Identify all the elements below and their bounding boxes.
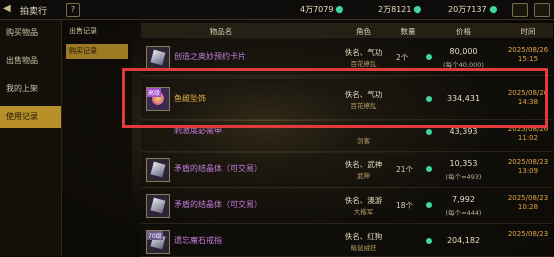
- crystal-icon: [146, 194, 170, 218]
- tab-buy-records[interactable]: 购买记录: [66, 44, 128, 59]
- record-clock: 15:15: [517, 55, 539, 63]
- currency-3: 20万7137: [448, 4, 498, 15]
- seller-guild: 大楷军: [353, 208, 374, 216]
- jade-icon: [335, 4, 345, 15]
- help-button[interactable]: ?: [66, 3, 80, 17]
- seller-name: 佚名、红狗: [344, 232, 383, 241]
- item-qty: 21个: [396, 165, 414, 174]
- item-price: 10,353: [449, 159, 478, 168]
- seller-guild: 暗鼠绒狂: [350, 244, 377, 252]
- currency-2: 2万8121: [378, 4, 423, 15]
- seller-name: 佚名、气功: [344, 48, 383, 57]
- sub-nav: 出售记录 购买记录: [62, 20, 132, 256]
- record-time: 2025/08/23 13:09: [503, 158, 553, 176]
- item-name: 矛盾的结晶体（可交易）: [174, 164, 262, 173]
- jade-icon: [426, 166, 432, 172]
- table-row[interactable]: 矛盾的结晶体（可交易） 佚名、澳游 大楷军 18个 7,992 (每个≈444)…: [141, 189, 553, 224]
- jade-icon: [426, 129, 432, 135]
- tab-sell-records[interactable]: 出售记录: [66, 24, 128, 39]
- highlight-box: [122, 68, 548, 128]
- table-row[interactable]: 矛盾的结晶体（可交易） 佚名、武神 武神 21个 10,353 (每个≈493)…: [141, 153, 553, 188]
- record-date: 2025/08/26: [507, 46, 549, 54]
- item-name: 创造之奥妙预约卡片: [174, 52, 246, 61]
- seller-name: 佚名、澳游: [344, 196, 383, 205]
- table-row[interactable]: 70级 遗忘魔石戒指 佚名、红狗 暗鼠绒狂 204,182 2025/08/23: [141, 225, 553, 257]
- record-date: 2025/08/23: [507, 194, 549, 202]
- mail-icon[interactable]: [512, 3, 528, 17]
- currency-2-value: 2万8121: [378, 5, 412, 14]
- header-qty: 数量: [400, 27, 416, 36]
- table-header: 物品名 角色 数量 价格 时间: [141, 23, 553, 38]
- top-bar: ◀ 拍卖行 ? 4万7079 2万8121 20万7137: [0, 0, 554, 20]
- crystal-icon: [146, 158, 170, 182]
- currency-1: 4万7079: [300, 4, 345, 15]
- records-table: 物品名 角色 数量 价格 时间 创造之奥妙预约卡片 佚名、气功 百花缭乱 2个 …: [141, 23, 553, 257]
- record-clock: 10:28: [517, 203, 539, 211]
- sidebar-item-sell[interactable]: 出售物品: [0, 50, 61, 72]
- item-card-art: [150, 49, 166, 66]
- sidebar: 购买物品 出售物品 我的上架 使用记录: [0, 20, 62, 256]
- currency-3-value: 20万7137: [448, 5, 487, 14]
- back-arrow-icon[interactable]: ◀: [3, 3, 15, 15]
- item-price: 7,992: [452, 195, 475, 204]
- item-qty: 2个: [396, 53, 409, 62]
- record-time: 2025/08/26 15:15: [503, 46, 553, 64]
- item-unit-price: (每个≈444): [445, 209, 482, 217]
- menu-icon[interactable]: [534, 3, 550, 17]
- ring-icon: 70级: [146, 230, 170, 254]
- currency-1-value: 4万7079: [300, 5, 334, 14]
- record-date: 2025/08/23: [507, 158, 549, 166]
- page-title: 拍卖行: [20, 7, 48, 17]
- header-role: 角色: [356, 27, 371, 36]
- record-clock: 11:02: [517, 134, 539, 142]
- jade-icon: [413, 4, 423, 15]
- item-qty: 18个: [396, 201, 414, 210]
- record-date: 2025/08/23: [507, 230, 549, 238]
- header-time: 时间: [520, 27, 536, 36]
- sidebar-item-history[interactable]: 使用记录: [0, 106, 61, 128]
- jade-icon: [426, 202, 432, 208]
- seller-guild: 剑客: [357, 137, 370, 145]
- sidebar-item-my-listings[interactable]: 我的上架: [0, 78, 61, 100]
- crystal-art: [150, 161, 166, 178]
- seller-name: 佚名、武神: [344, 160, 383, 169]
- item-price: 204,182: [446, 236, 481, 245]
- item-name: 遗忘魔石戒指: [174, 236, 222, 245]
- header-name: 物品名: [209, 27, 233, 36]
- jade-icon: [426, 54, 432, 60]
- record-clock: 13:09: [517, 167, 539, 175]
- record-time: 2025/08/23: [503, 230, 553, 239]
- level-badge: 70级: [147, 231, 163, 240]
- seller-guild: 百花缭乱: [350, 60, 377, 68]
- item-price: 43,393: [449, 127, 478, 136]
- item-price: 80,000: [449, 47, 478, 56]
- jade-icon: [488, 4, 498, 15]
- item-name: 矛盾的结晶体（可交易）: [174, 200, 262, 209]
- seller-guild: 武神: [357, 172, 370, 180]
- crystal-art: [150, 197, 166, 214]
- jade-icon: [426, 238, 432, 244]
- item-card-icon: [146, 46, 170, 70]
- item-unit-price: (每个≈493): [445, 173, 482, 181]
- sidebar-item-buy[interactable]: 购买物品: [0, 22, 61, 44]
- header-price: 价格: [456, 27, 471, 36]
- record-time: 2025/08/23 10:28: [503, 194, 553, 212]
